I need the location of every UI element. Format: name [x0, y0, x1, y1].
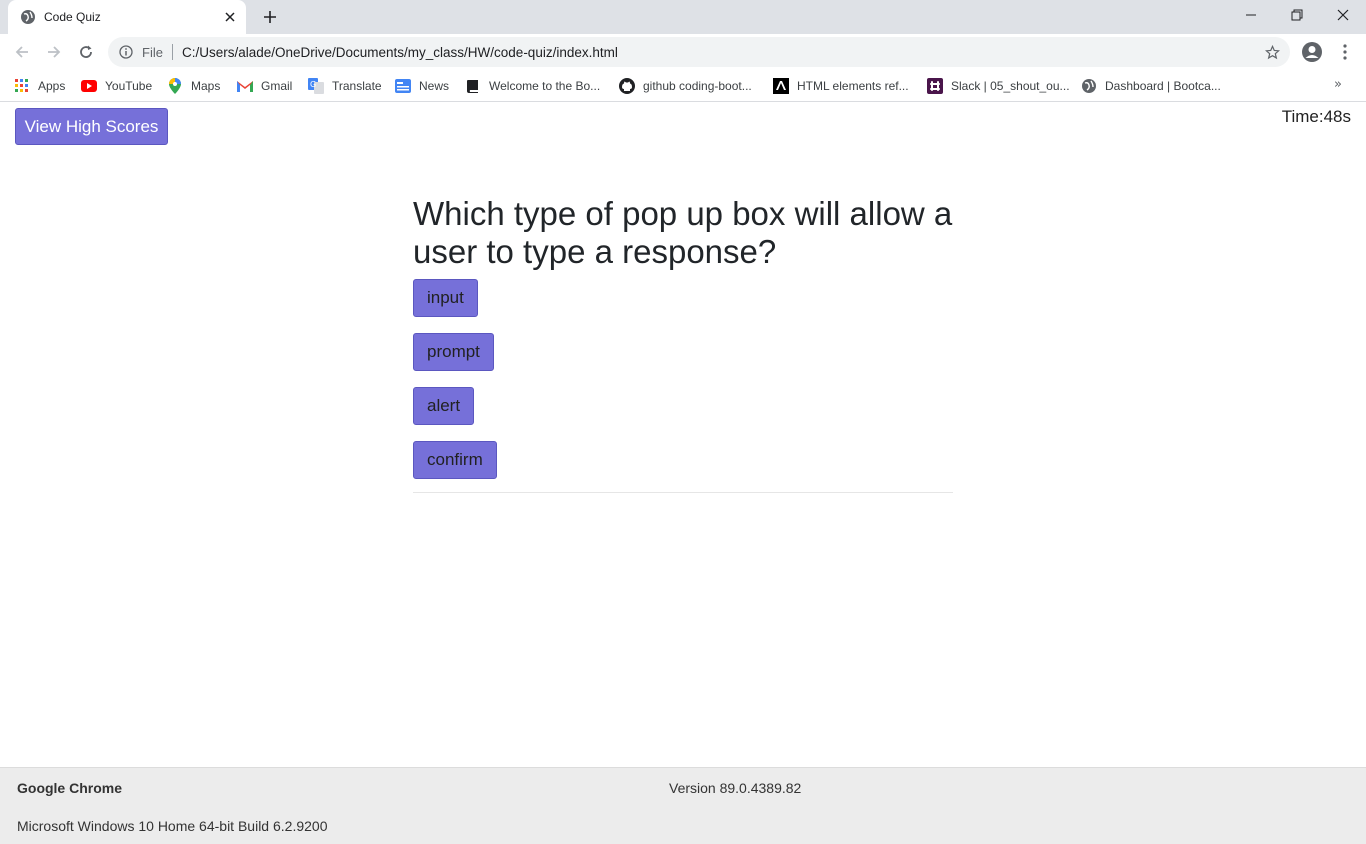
bookmark-html-elements[interactable]: HTML elements ref... [773, 76, 909, 96]
bookmark-github[interactable]: github coding-boot... [619, 76, 752, 96]
restore-button[interactable] [1274, 0, 1320, 30]
browser-titlebar: Code Quiz [0, 0, 1366, 34]
bookmark-news[interactable]: News [395, 76, 449, 96]
bookmarks-bar: Apps YouTube Maps Gmail G Translate News [0, 70, 1366, 102]
bookmark-label: News [419, 79, 450, 93]
gmail-icon [237, 78, 253, 94]
bookmark-label: HTML elements ref... [797, 79, 909, 93]
view-high-scores-button[interactable]: View High Scores [15, 108, 168, 145]
version-text: Version 89.0.4389.82 [669, 780, 802, 796]
arrow-right-icon [48, 46, 61, 58]
bookmark-label: Slack | 05_shout_ou... [951, 79, 1070, 93]
close-icon[interactable] [222, 9, 238, 25]
new-tab-button[interactable] [259, 6, 281, 28]
answer-button-prompt[interactable]: prompt [413, 333, 494, 371]
github-icon [619, 78, 635, 94]
url-text[interactable]: C:/Users/alade/OneDrive/Documents/my_cla… [182, 45, 1264, 60]
scheme-label: File [142, 44, 163, 60]
close-window-button[interactable] [1320, 0, 1366, 30]
news-icon [395, 78, 411, 94]
bookmark-gmail[interactable]: Gmail [237, 76, 292, 96]
answer-button-alert[interactable]: alert [413, 387, 475, 425]
timer-display: Time:48s [1281, 107, 1351, 126]
bookmark-youtube[interactable]: YouTube [81, 76, 152, 96]
bookmark-label: Gmail [261, 79, 293, 93]
quiz-card: Which type of pop up box will allow a us… [413, 195, 953, 495]
book-icon [465, 78, 481, 94]
translate-icon: G [308, 78, 324, 94]
kebab-menu-icon[interactable] [1333, 40, 1357, 64]
bookmark-label: YouTube [105, 79, 153, 93]
info-icon[interactable] [118, 44, 134, 60]
minimize-button[interactable] [1228, 0, 1274, 30]
apps-grid-icon [14, 78, 30, 94]
app-name: Google Chrome [17, 780, 123, 796]
address-bar[interactable]: File C:/Users/alade/OneDrive/Documents/m… [108, 37, 1290, 67]
bookmark-label: Apps [38, 79, 66, 93]
browser-toolbar: File C:/Users/alade/OneDrive/Documents/m… [0, 34, 1366, 70]
question-text: Which type of pop up box will allow a us… [413, 195, 953, 270]
mdn-icon [773, 78, 789, 94]
bookmark-translate[interactable]: G Translate [308, 76, 382, 96]
profile-avatar-icon[interactable] [1300, 40, 1324, 64]
browser-tab[interactable]: Code Quiz [8, 0, 246, 34]
globe-icon [20, 9, 36, 25]
star-icon[interactable] [1264, 44, 1280, 60]
tab-title: Code Quiz [44, 10, 101, 24]
bookmark-label: Maps [191, 79, 221, 93]
forward-button[interactable] [42, 40, 66, 64]
bookmark-maps[interactable]: Maps [167, 76, 220, 96]
youtube-icon [81, 78, 97, 94]
back-button[interactable] [10, 40, 34, 64]
divider [171, 44, 173, 60]
about-footer: Google Chrome Version 89.0.4389.82 Micro… [0, 767, 1366, 844]
slack-icon [927, 78, 943, 94]
reload-button[interactable] [74, 40, 98, 64]
arrow-left-icon [15, 46, 28, 58]
answer-button-confirm[interactable]: confirm [413, 441, 497, 479]
bookmark-dashboard[interactable]: Dashboard | Bootca... [1081, 76, 1221, 96]
result-divider [413, 492, 953, 493]
bookmark-apps[interactable]: Apps [14, 76, 65, 96]
answer-list: input prompt alert confirm [413, 279, 953, 495]
bookmark-label: github coding-boot... [643, 79, 752, 93]
bookmark-label: Translate [332, 79, 382, 93]
answer-button-input[interactable]: input [413, 279, 478, 317]
reload-icon [80, 45, 92, 58]
bookmark-label: Welcome to the Bo... [489, 79, 601, 93]
bookmark-welcome[interactable]: Welcome to the Bo... [465, 76, 600, 96]
globe-icon [1081, 78, 1097, 94]
os-text: Microsoft Windows 10 Home 64-bit Build 6… [17, 818, 328, 834]
bookmark-slack[interactable]: Slack | 05_shout_ou... [927, 76, 1070, 96]
page-content: View High Scores Time:48s Which type of … [0, 103, 1366, 767]
bookmark-label: Dashboard | Bootca... [1105, 79, 1221, 93]
more-bookmarks-button[interactable]: » [1334, 77, 1342, 92]
svg-text:G: G [310, 80, 316, 89]
maps-pin-icon [167, 78, 183, 94]
